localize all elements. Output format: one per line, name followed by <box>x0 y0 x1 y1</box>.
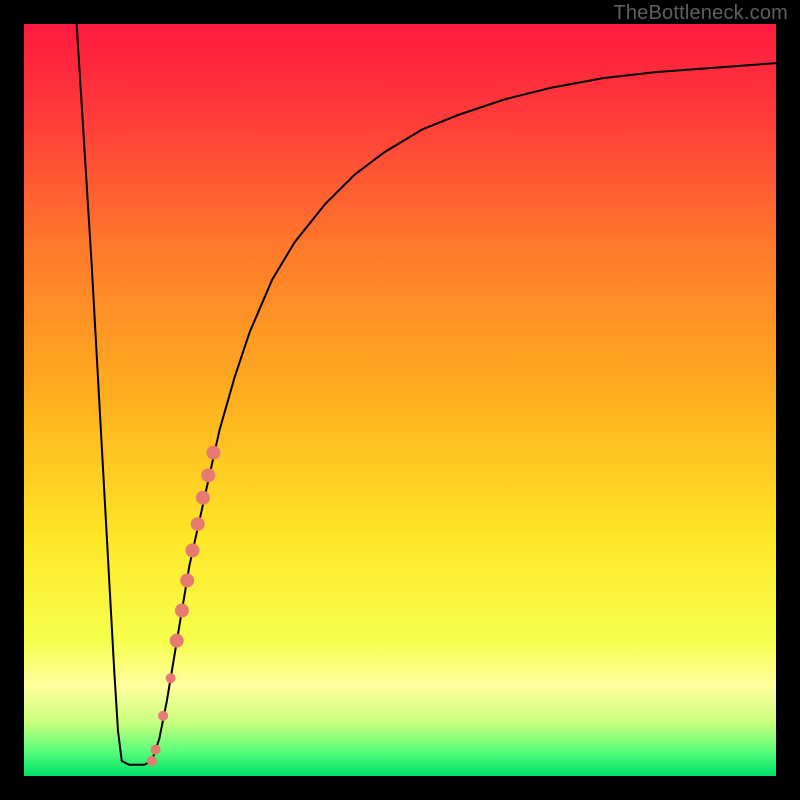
curve-layer <box>24 24 776 776</box>
marker-dot <box>175 604 189 618</box>
marker-dot <box>201 468 215 482</box>
marker-dot <box>151 745 161 755</box>
marker-dot <box>158 711 168 721</box>
marker-dot <box>191 517 205 531</box>
highlight-markers <box>147 446 221 766</box>
marker-dot <box>207 446 221 460</box>
marker-dot <box>185 543 199 557</box>
marker-dot <box>166 673 176 683</box>
marker-dot <box>170 634 184 648</box>
marker-dot <box>196 491 210 505</box>
plot-area <box>24 24 776 776</box>
chart-frame: TheBottleneck.com <box>0 0 800 800</box>
marker-dot <box>180 573 194 587</box>
attribution-text: TheBottleneck.com <box>613 2 788 25</box>
marker-dot <box>147 756 157 766</box>
bottleneck-curve <box>77 24 776 765</box>
